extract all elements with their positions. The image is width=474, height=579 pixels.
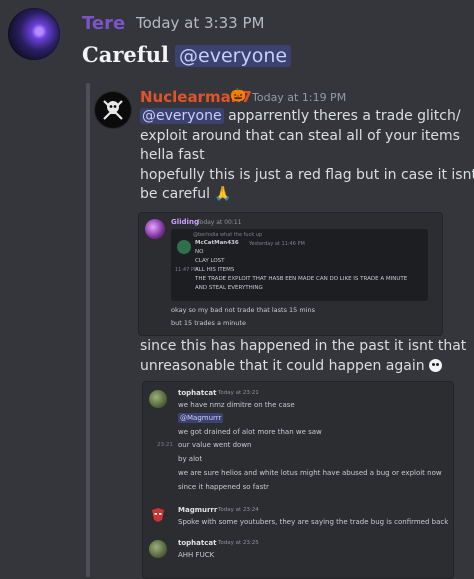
avatar[interactable]: [8, 8, 60, 60]
reply-preview: @berlodia what the fuck up: [193, 232, 263, 238]
image-attachment[interactable]: tophatcat Today at 23:21 we have nmz dim…: [142, 381, 454, 579]
chat-timestamp: Today at 23:21: [218, 390, 259, 396]
message-line: exploit around that can steal all of you…: [140, 127, 460, 144]
inner-line: CLAY LOST: [195, 258, 225, 264]
skull-crossbones-icon: [103, 100, 123, 120]
chat-line: we have nmz dimitre on the case: [178, 401, 295, 409]
chat-line: our value went down: [178, 441, 252, 449]
inner-line: AND STEAL EVERYTHING: [195, 285, 263, 291]
red-mask-icon: [152, 508, 164, 522]
message-text-content: Careful: [82, 42, 170, 67]
chat-line: AHH FUCK: [178, 551, 215, 559]
chat-mention: @Magmurrr: [178, 413, 224, 423]
chat-line: we are sure helios and white lotus might…: [178, 469, 442, 477]
chat-line: Spoke with some youtubers, they are sayi…: [178, 518, 449, 526]
inner-author: McCatMan436: [195, 240, 239, 246]
avatar: [149, 390, 167, 408]
message-line: since this has happened in the past it i…: [140, 338, 467, 354]
mention-everyone[interactable]: @everyone: [175, 45, 292, 67]
skull-icon: [428, 358, 442, 372]
inner-line: ALL HIS ITEMS: [195, 267, 235, 273]
chat-timestamp: Today at 23:25: [218, 540, 259, 546]
inner-line: THE TRADE EXPLOIT THAT HASB EEN MADE CAN…: [195, 276, 408, 282]
avatar: [149, 540, 167, 558]
chat-author: Magmurrr: [178, 506, 218, 514]
message-line: hella fast: [140, 147, 205, 163]
message-line: unreasonable that it could happen again: [140, 357, 470, 377]
avatar: [177, 240, 191, 254]
chat-author: tophatcat: [178, 389, 217, 397]
chat-line: since it happened so fastr: [178, 483, 269, 491]
message-line: @everyone apparrently theres a trade gli…: [140, 108, 461, 124]
chat-line: by alot: [178, 455, 203, 463]
embed-author: Gliding: [171, 218, 199, 226]
nested-screenshot: @berlodia what the fuck up McCatMan436 Y…: [171, 229, 428, 301]
message-timestamp: Today at 3:33 PM: [136, 14, 265, 32]
embed-caption: okay so my bad not trade that lasts 15 m…: [171, 306, 316, 314]
message-author[interactable]: Tere: [82, 13, 125, 34]
inner-line: NO: [195, 249, 204, 255]
avatar: [145, 219, 165, 239]
image-attachment[interactable]: Gliding Today at 00:11 @berlodia what th…: [138, 212, 443, 336]
mention-everyone[interactable]: @everyone: [140, 108, 224, 124]
message-text: @everyone apparrently theres a trade gli…: [140, 107, 474, 205]
message-text: Careful @everyone: [82, 42, 292, 67]
forwarded-message-bar: [86, 83, 90, 577]
message-line: hopefully this is just a red flag but in…: [140, 166, 474, 183]
embed-timestamp: Today at 00:11: [197, 219, 242, 226]
avatar: [149, 506, 167, 524]
message-line: be careful 🙏: [140, 186, 232, 202]
chat-line: we got drained of alot more than we saw: [178, 428, 322, 436]
chat-side-time: 23:21: [157, 442, 173, 448]
embed-caption: but 15 trades a minute: [171, 319, 246, 327]
chat-timestamp: Today at 23:24: [218, 507, 259, 513]
message-timestamp: Today at 1:19 PM: [252, 91, 347, 104]
message-text: since this has happened in the past it i…: [140, 337, 470, 376]
inner-timestamp: Yesterday at 11:46 PM: [249, 241, 305, 247]
avatar[interactable]: [94, 91, 132, 129]
author-badge: 🎃: [230, 88, 247, 103]
chat-author: tophatcat: [178, 539, 217, 547]
